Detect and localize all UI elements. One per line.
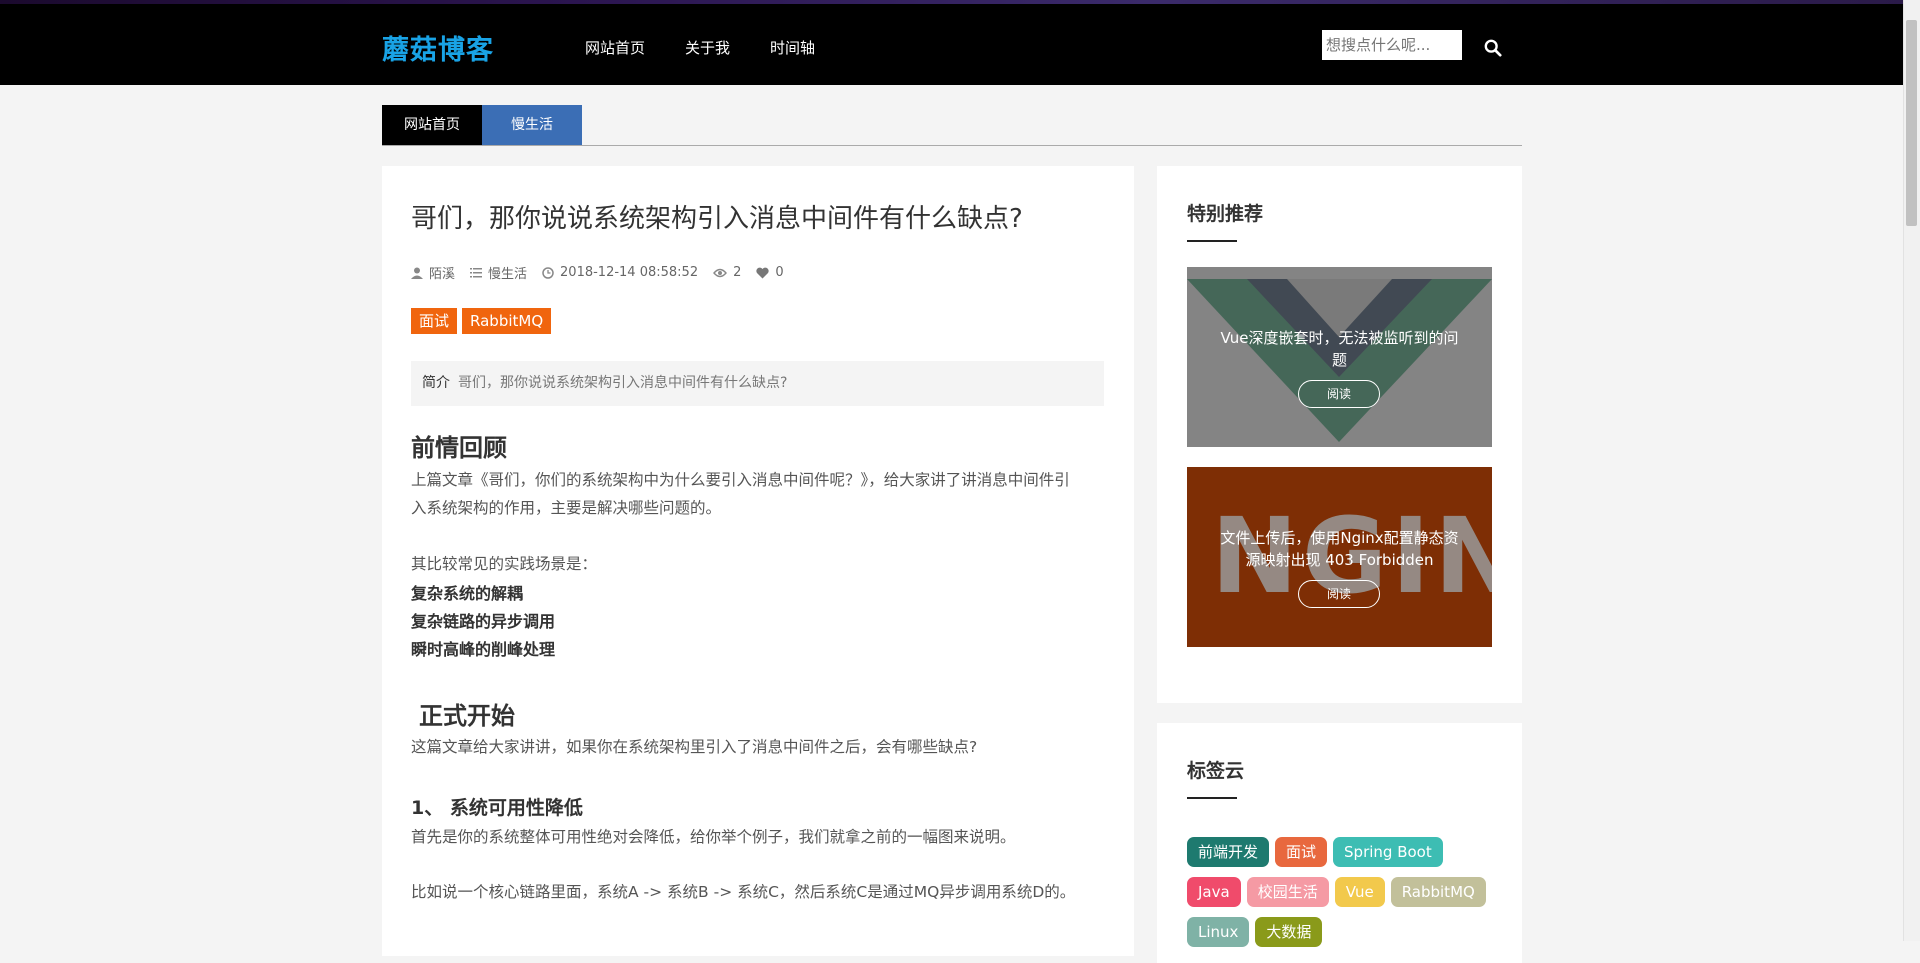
tag-cloud-item[interactable]: RabbitMQ xyxy=(1390,877,1486,907)
meta-likes: 0 xyxy=(756,265,784,280)
publish-date: 2018-12-14 08:58:52 xyxy=(560,265,699,280)
heading-section-1: 1、 系统可用性降低 xyxy=(411,797,583,819)
recommend-title: 特别推荐 xyxy=(1187,203,1264,225)
card-title[interactable]: 文件上传后，使用Nginx配置静态资源映射出现 403 Forbidden xyxy=(1217,527,1462,571)
title-underline xyxy=(1187,240,1237,242)
list-icon xyxy=(470,268,483,278)
site-header: 蘑菇博客 网站首页 关于我 时间轴 xyxy=(0,4,1920,85)
scrollbar-thumb[interactable] xyxy=(1906,20,1917,226)
paragraph: 入系统架构的作用，主要是解决哪些问题的。 xyxy=(411,499,722,517)
paragraph: 其比较常见的实践场景是： xyxy=(411,555,598,573)
eye-icon xyxy=(713,268,728,277)
recommend-panel: 特别推荐 Vue深度嵌套时，无法被监听到的问题 阅读 NGINX 文件上传后，使… xyxy=(1157,166,1522,703)
article-panel: 哥们，那你说说系统架构引入消息中间件有什么缺点? 陌溪 慢生活 2018-12-… xyxy=(382,166,1134,956)
breadcrumb-category[interactable]: 慢生活 xyxy=(482,105,582,145)
nav-timeline[interactable]: 时间轴 xyxy=(770,37,815,58)
breadcrumb: 网站首页 慢生活 xyxy=(382,105,1522,146)
article-title: 哥们，那你说说系统架构引入消息中间件有什么缺点? xyxy=(411,204,1023,234)
paragraph: 比如说一个核心链路里面，系统A -> 系统B -> 系统C，然后系统C是通过MQ… xyxy=(411,883,1076,901)
meta-author: 陌溪 xyxy=(411,263,455,282)
bold-line: 复杂链路的异步调用 xyxy=(411,612,556,631)
meta-date: 2018-12-14 08:58:52 xyxy=(542,265,698,280)
clock-icon xyxy=(542,266,554,279)
tag-cloud-title: 标签云 xyxy=(1187,760,1245,782)
search-input[interactable] xyxy=(1322,30,1462,60)
tag-cloud-item[interactable]: Spring Boot xyxy=(1333,837,1443,867)
author-name[interactable]: 陌溪 xyxy=(429,263,455,282)
meta-category: 慢生活 xyxy=(470,263,527,282)
summary-text: 哥们，那你说说系统架构引入消息中间件有什么缺点? xyxy=(458,375,788,391)
title-underline xyxy=(1187,797,1237,799)
tag-cloud-item[interactable]: Linux xyxy=(1187,917,1250,947)
nav-home[interactable]: 网站首页 xyxy=(585,37,645,58)
meta-views: 2 xyxy=(713,265,741,280)
article-summary: 简介 哥们，那你说说系统架构引入消息中间件有什么缺点? xyxy=(411,361,1104,406)
search-icon[interactable] xyxy=(1484,39,1502,57)
breadcrumb-home[interactable]: 网站首页 xyxy=(382,105,482,145)
tag-cloud-item[interactable]: Java xyxy=(1187,877,1241,907)
nav-about[interactable]: 关于我 xyxy=(685,37,730,58)
tag-cloud-item[interactable]: Vue xyxy=(1334,877,1385,907)
read-button[interactable]: 阅读 xyxy=(1298,580,1380,608)
article-tag[interactable]: RabbitMQ xyxy=(462,308,552,334)
heading-start: 正式开始 xyxy=(419,702,515,730)
user-icon xyxy=(411,267,423,279)
summary-label: 简介 xyxy=(422,375,450,391)
page-scrollbar[interactable] xyxy=(1903,0,1920,941)
bold-line: 瞬时高峰的削峰处理 xyxy=(411,640,556,659)
tag-cloud-item[interactable]: 前端开发 xyxy=(1187,837,1270,867)
article-tag[interactable]: 面试 xyxy=(411,308,458,334)
article-tags: 面试 RabbitMQ xyxy=(411,308,552,334)
article-meta: 陌溪 慢生活 2018-12-14 08:58:52 2 0 xyxy=(411,263,799,282)
heart-icon[interactable] xyxy=(756,267,770,279)
paragraph: 首先是你的系统整体可用性绝对会降低，给你举个例子，我们就拿之前的一幅图来说明。 xyxy=(411,828,1016,846)
tag-cloud-item[interactable]: 面试 xyxy=(1275,837,1328,867)
recommend-card-nginx[interactable]: NGINX 文件上传后，使用Nginx配置静态资源映射出现 403 Forbid… xyxy=(1187,467,1492,647)
like-count: 0 xyxy=(775,265,784,280)
category-name[interactable]: 慢生活 xyxy=(488,263,527,282)
heading-previous: 前情回顾 xyxy=(411,434,507,462)
paragraph: 上篇文章《哥们，你们的系统架构中为什么要引入消息中间件呢？》，给大家讲了讲消息中… xyxy=(411,471,1070,489)
tag-cloud-item[interactable]: 大数据 xyxy=(1255,917,1323,947)
view-count: 2 xyxy=(733,265,742,280)
bold-line: 复杂系统的解耦 xyxy=(411,584,524,603)
read-button[interactable]: 阅读 xyxy=(1298,380,1380,408)
recommend-card-vue[interactable]: Vue深度嵌套时，无法被监听到的问题 阅读 xyxy=(1187,267,1492,447)
card-title[interactable]: Vue深度嵌套时，无法被监听到的问题 xyxy=(1217,327,1462,371)
main-nav: 网站首页 关于我 时间轴 xyxy=(585,37,815,58)
tag-cloud-item[interactable]: 校园生活 xyxy=(1246,877,1329,907)
tag-cloud-panel: 标签云 前端开发 面试 Spring Boot Java 校园生活 Vue RabbitMQ… xyxy=(1157,723,1522,963)
site-logo[interactable]: 蘑菇博客 xyxy=(382,28,494,67)
paragraph: 这篇文章给大家讲讲，如果你在系统架构里引入了消息中间件之后，会有哪些缺点? xyxy=(411,738,978,756)
tag-cloud: 前端开发 面试 Spring Boot Java 校园生活 Vue RabbitMQ Linu… xyxy=(1187,837,1497,957)
